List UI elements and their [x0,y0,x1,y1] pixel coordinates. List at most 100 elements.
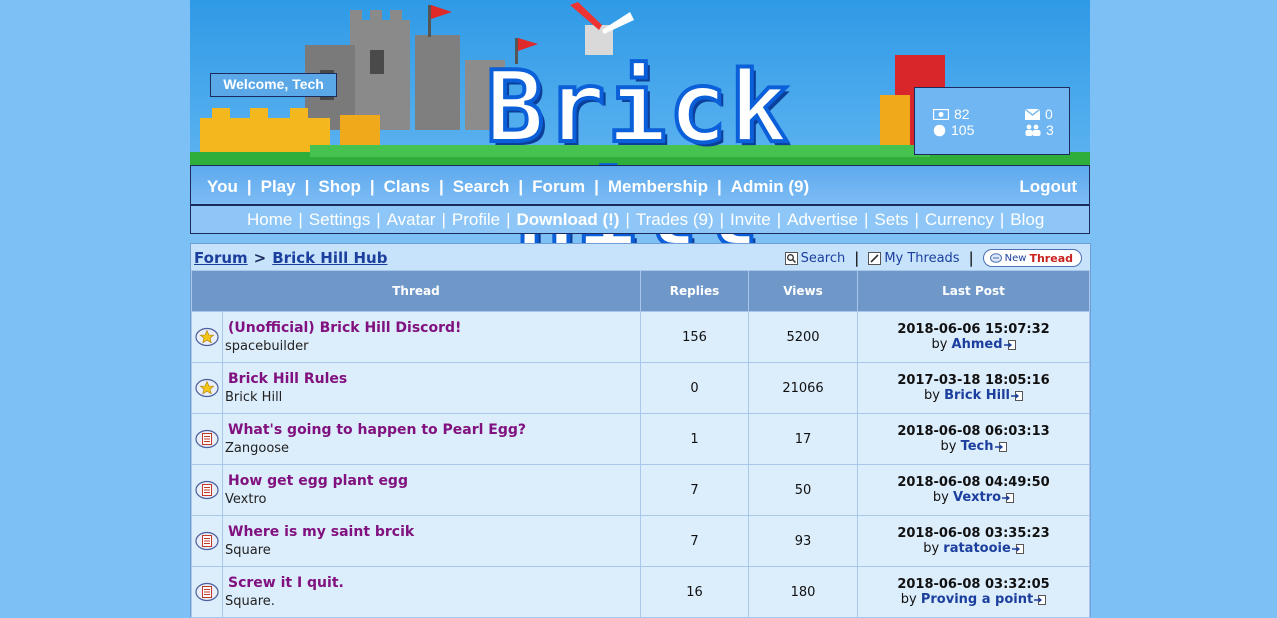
thread-title-link[interactable]: Screw it I quit. [223,575,640,591]
thread-row[interactable]: Screw it I quit. Square. 16 180 2018-06-08 0… [191,566,1090,618]
last-post-user-link[interactable]: ratatooie [943,541,1011,556]
nav-item-search[interactable]: Search [453,177,510,197]
thread-views: 21066 [748,362,858,414]
thread-row[interactable]: How get egg plant egg Vextro 7 50 2018-06-08… [191,464,1090,516]
friends-stat[interactable]: 3 [1025,122,1054,138]
nav-item-play[interactable]: Play [261,177,296,197]
subnav-item-blog[interactable]: Blog [1010,210,1044,230]
thread-views: 17 [748,413,858,465]
subnav-item-advertise[interactable]: Advertise [787,210,858,230]
breadcrumb-forum-link[interactable]: Forum [194,249,248,267]
subnav-item-sets[interactable]: Sets [874,210,908,230]
thread-row[interactable]: (Unofficial) Brick Hill Discord! spacebui… [191,311,1090,363]
thread-author[interactable]: Square. [223,594,640,609]
last-post-by: by Vextro [858,490,1089,505]
last-post-user-link[interactable]: Ahmed [952,337,1003,352]
thread-author[interactable]: Square [223,543,640,558]
go-to-post-icon[interactable] [1011,544,1024,554]
subnav-item-invite[interactable]: Invite [730,210,771,230]
last-post-date: 2018-06-08 04:49:50 [897,475,1050,490]
thread-last-post-cell: 2018-06-06 15:07:32 by Ahmed [857,311,1090,363]
my-threads-link[interactable]: My Threads [868,251,960,266]
subnav-separator: | [719,210,725,229]
subnav-item-currency[interactable]: Currency [925,210,994,230]
thread-table-header: Thread Replies Views Last Post [191,270,1090,312]
thread-status-cell [191,515,223,567]
last-post-by: by ratatooie [858,541,1089,556]
nav-separator: | [518,177,524,196]
thread-title-cell: Where is my saint brcik Square [222,515,641,567]
new-thread-icon [989,253,1002,263]
subnav-item-download[interactable]: Download (!) [517,210,620,230]
last-post-by-label: by [923,541,940,556]
subnav-item-trades-9[interactable]: Trades (9) [636,210,714,230]
thread-status-cell [191,413,223,465]
thread-title-link[interactable]: What's going to happen to Pearl Egg? [223,422,640,438]
thread-row[interactable]: Brick Hill Rules Brick Hill 0 21066 2017-03-… [191,362,1090,414]
last-post-user-link[interactable]: Proving a point [921,592,1033,607]
thread-title-link[interactable]: How get egg plant egg [223,473,640,489]
pencil-icon [868,251,882,265]
subnav-item-settings[interactable]: Settings [309,210,370,230]
subnav-separator: | [298,210,303,229]
nav-separator: | [304,177,310,196]
thread-last-post-cell: 2018-06-08 04:49:50 by Vextro [857,464,1090,516]
thread-author[interactable]: Vextro [223,492,640,507]
go-to-post-icon[interactable] [1002,493,1015,503]
breadcrumb-current-link[interactable]: Brick Hill Hub [272,249,387,267]
messages-count: 0 [1045,106,1053,122]
thread-author[interactable]: spacebuilder [223,339,640,354]
thread-title-link[interactable]: Brick Hill Rules [223,371,640,387]
nav-item-membership[interactable]: Membership [608,177,708,197]
last-post-user-link[interactable]: Vextro [953,490,1001,505]
go-to-post-icon[interactable] [1011,391,1023,401]
toolbar-divider: | [968,249,974,267]
nav-item-clans[interactable]: Clans [384,177,430,197]
thread-replies: 156 [640,311,749,363]
search-threads-label: Search [800,250,846,266]
last-post-date: 2018-06-08 03:35:23 [897,526,1050,541]
primary-nav: You | Play | Shop | Clans | Search | Forum | Members… [190,165,1090,205]
subnav-separator: | [625,210,630,229]
logout-link[interactable]: Logout [1019,177,1077,197]
last-post-date: 2018-06-08 03:32:05 [897,577,1050,592]
last-post-user-link[interactable]: Brick Hill [944,388,1010,403]
go-to-post-icon[interactable] [994,442,1007,452]
column-header-views: Views [748,270,858,312]
breadcrumb-separator: > [253,249,267,267]
subnav-item-profile[interactable]: Profile [452,210,500,230]
nav-separator: | [369,177,375,196]
thread-row[interactable]: What's going to happen to Pearl Egg? Zang… [191,413,1090,465]
go-to-post-icon[interactable] [1034,595,1047,605]
bucks-stat[interactable]: 82 [933,106,970,122]
bits-count: 105 [951,122,975,138]
go-to-post-icon[interactable] [1003,340,1016,350]
bits-stat[interactable]: 105 [933,122,974,138]
nav-item-admin-9[interactable]: Admin (9) [731,177,809,197]
search-icon [784,251,798,265]
thread-author[interactable]: Zangoose [223,441,640,456]
forum-toolbar: Search | My Threads | New Thread [784,249,1082,267]
thread-title-link[interactable]: Where is my saint brcik [223,524,640,540]
last-post-by: by Brick Hill [858,388,1089,403]
new-thread-button[interactable]: New Thread [982,249,1082,267]
nav-separator: | [716,177,722,196]
thread-status-cell [191,464,223,516]
thread-author[interactable]: Brick Hill [223,390,640,405]
last-post-user-link[interactable]: Tech [961,439,994,454]
subnav-item-home[interactable]: Home [247,210,292,230]
subnav-item-avatar[interactable]: Avatar [387,210,436,230]
thread-title-link[interactable]: (Unofficial) Brick Hill Discord! [223,320,640,336]
thread-status-cell [191,362,223,414]
thread-views: 180 [748,566,858,618]
nav-item-shop[interactable]: Shop [318,177,361,197]
thread-row[interactable]: Where is my saint brcik Square 7 93 2018-06-… [191,515,1090,567]
currency-panel: 82 105 0 3 [914,87,1070,155]
messages-stat[interactable]: 0 [1025,106,1053,122]
site-logo[interactable]: Brick Hill [382,54,894,266]
nav-item-you[interactable]: You [207,177,238,197]
last-post-by-label: by [940,439,957,454]
breadcrumb: Forum > Brick Hill Hub [194,249,387,267]
nav-item-forum[interactable]: Forum [532,177,585,197]
search-threads-link[interactable]: Search [784,250,846,266]
